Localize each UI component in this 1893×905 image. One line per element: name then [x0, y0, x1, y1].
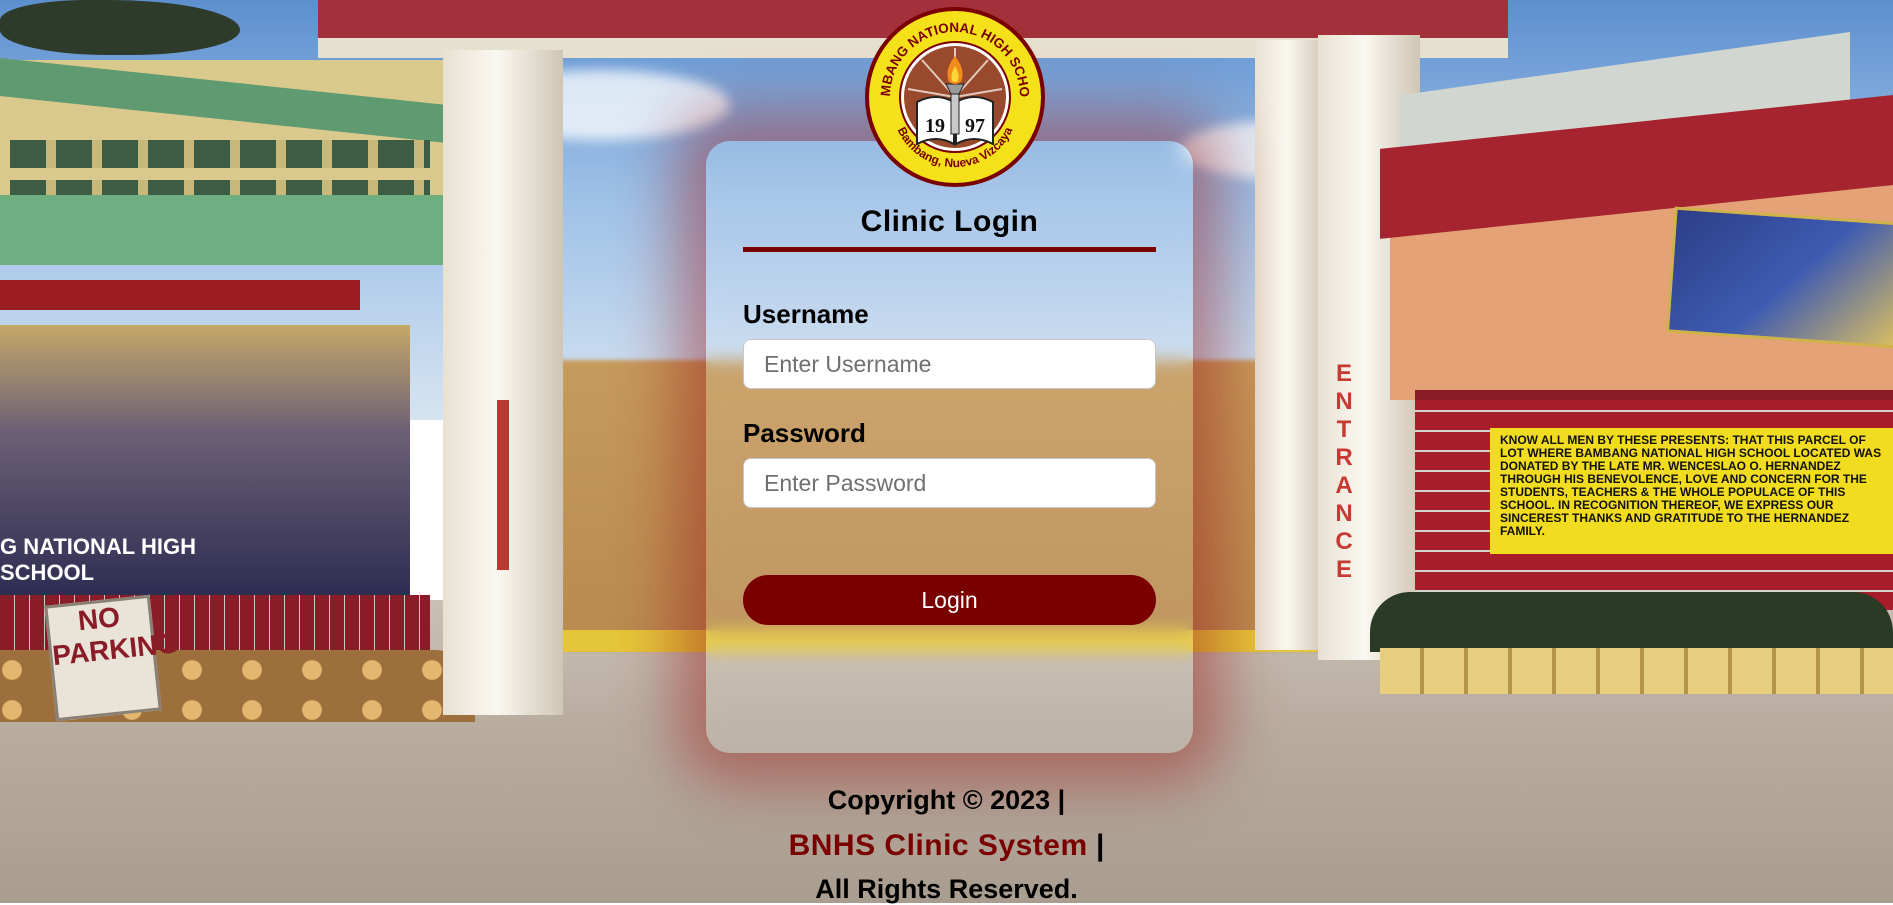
- no-parking-sign: NO PARKING: [44, 594, 180, 722]
- hedge: [1370, 592, 1893, 652]
- footer-copyright: Copyright © 2023 |: [827, 785, 1066, 815]
- entrance-text: ENTRANCE: [1335, 360, 1353, 583]
- left-banner-text: G NATIONAL HIGH SCHOOL: [0, 534, 196, 585]
- password-input[interactable]: [743, 458, 1156, 508]
- welcome-banner: [1665, 206, 1893, 350]
- donation-plaque: KNOW ALL MEN BY THESE PRESENTS: THAT THI…: [1490, 428, 1893, 554]
- footer-system-name: BNHS Clinic System: [788, 829, 1088, 862]
- username-label: Username: [743, 299, 869, 329]
- title-divider: [743, 247, 1156, 252]
- footer-separator: |: [1096, 829, 1105, 862]
- left-awning: [0, 280, 360, 310]
- password-label: Password: [743, 418, 866, 448]
- seal-year-left: 19: [925, 115, 945, 137]
- footer-rights: All Rights Reserved.: [815, 874, 1078, 904]
- login-card: Clinic Login Username Password Login: [706, 141, 1193, 753]
- gate-pillar-mid: [1255, 40, 1325, 650]
- login-button[interactable]: Login: [743, 575, 1156, 625]
- exit-sign: [497, 400, 509, 570]
- gate-pillar-left: [443, 50, 563, 715]
- footer-system-line: BNHS Clinic System |: [0, 829, 1893, 863]
- seal-year-right: 97: [965, 115, 985, 137]
- username-input[interactable]: [743, 339, 1156, 389]
- left-windows: [10, 140, 430, 168]
- page-title: Clinic Login: [860, 205, 1039, 238]
- school-seal-logo: 19 97 BAMBANG NATIONAL HIGH SCHOOL Bamba…: [862, 4, 1045, 187]
- planter-wall: [1380, 648, 1893, 694]
- left-lower-roof: [0, 195, 460, 265]
